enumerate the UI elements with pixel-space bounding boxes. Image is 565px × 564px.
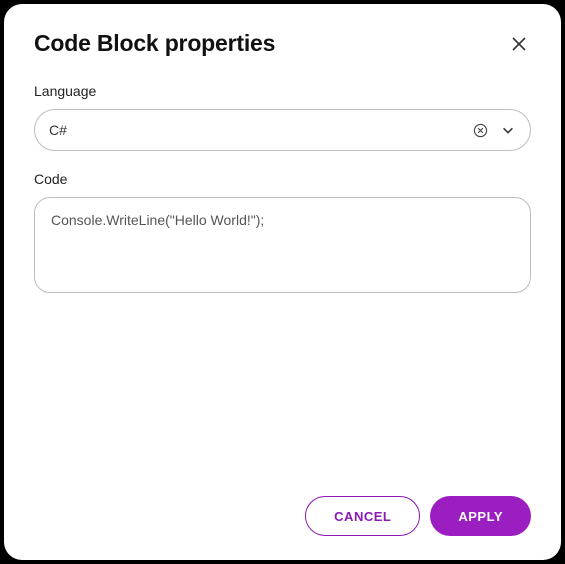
language-value: C#: [49, 122, 472, 138]
language-select[interactable]: C#: [34, 109, 531, 151]
code-field: Code: [34, 171, 531, 298]
clear-button[interactable]: [472, 122, 488, 138]
select-icons: [472, 122, 516, 138]
dropdown-toggle[interactable]: [500, 122, 516, 138]
clear-icon: [473, 123, 488, 138]
language-field: Language C#: [34, 83, 531, 151]
apply-button[interactable]: APPLY: [430, 496, 531, 536]
chevron-down-icon: [501, 123, 515, 137]
dialog-footer: CANCEL APPLY: [34, 486, 531, 536]
cancel-button[interactable]: CANCEL: [305, 496, 420, 536]
language-label: Language: [34, 83, 531, 99]
code-block-properties-dialog: Code Block properties Language C#: [4, 4, 561, 560]
code-label: Code: [34, 171, 531, 187]
dialog-title: Code Block properties: [34, 30, 275, 57]
dialog-header: Code Block properties: [34, 30, 531, 57]
close-button[interactable]: [507, 32, 531, 56]
code-textarea[interactable]: [34, 197, 531, 293]
close-icon: [511, 36, 527, 52]
